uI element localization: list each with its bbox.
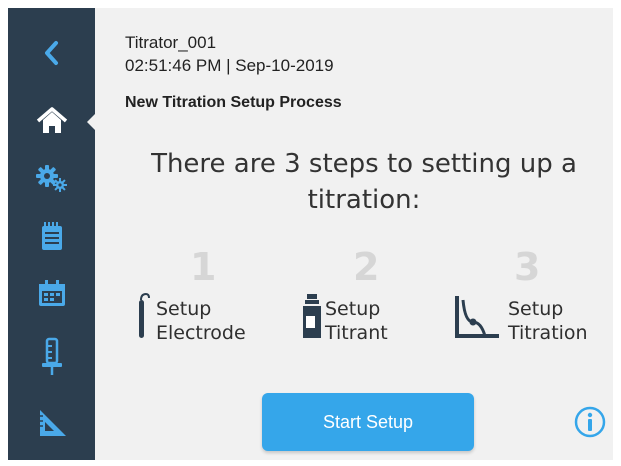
- notepad-icon: [42, 222, 62, 250]
- step-number: 3: [514, 245, 541, 289]
- ruler-triangle-icon: [40, 410, 66, 436]
- settings-gears-icon: [36, 165, 67, 192]
- step-number: 1: [190, 245, 217, 289]
- page-title: New Titration Setup Process: [125, 94, 342, 111]
- step-label: Setup Titration: [508, 297, 588, 345]
- electrode-icon: [139, 292, 150, 338]
- burette-icon: [42, 337, 62, 375]
- info-button[interactable]: [574, 406, 606, 438]
- sidebar-item-calendar[interactable]: [28, 269, 76, 317]
- step-label-line2: Titrant: [325, 322, 388, 344]
- sidebar-item-settings[interactable]: [28, 154, 76, 202]
- sidebar-item-measure[interactable]: [28, 399, 76, 447]
- back-chevron-icon: [45, 41, 58, 65]
- step-number: 2: [353, 245, 380, 289]
- info-icon: [574, 406, 606, 438]
- step-label-line1: Setup: [508, 298, 564, 320]
- app-frame: Titrator_001 02:51:46 PM | Sep-10-2019 N…: [8, 8, 613, 460]
- step-titration: 3 Setup Titration: [453, 245, 608, 355]
- sidebar-item-burette[interactable]: [28, 333, 76, 381]
- step-label: Setup Titrant: [325, 297, 388, 345]
- step-label: Setup Electrode: [156, 297, 246, 345]
- sidebar-item-home[interactable]: [28, 97, 76, 145]
- step-label-line1: Setup: [156, 298, 212, 320]
- device-datetime: 02:51:46 PM | Sep-10-2019: [125, 56, 334, 75]
- headline: There are 3 steps to setting up a titrat…: [151, 149, 577, 215]
- main-panel: Titrator_001 02:51:46 PM | Sep-10-2019 N…: [95, 8, 613, 460]
- home-icon: [36, 107, 68, 133]
- back-button[interactable]: [28, 29, 76, 77]
- step-label-line2: Electrode: [156, 322, 246, 344]
- sidebar-item-notes[interactable]: [28, 212, 76, 260]
- step-titrant: 2 Setup Titrant: [300, 245, 420, 355]
- start-setup-button[interactable]: Start Setup: [262, 393, 474, 451]
- calendar-icon: [39, 280, 65, 306]
- bottle-icon: [303, 294, 321, 338]
- sidebar: [8, 8, 96, 460]
- step-label-line2: Titration: [508, 322, 588, 344]
- step-label-line1: Setup: [325, 298, 381, 320]
- titration-curve-icon: [455, 296, 499, 338]
- device-name: Titrator_001: [125, 33, 217, 52]
- step-electrode: 1 Setup Electrode: [135, 245, 275, 355]
